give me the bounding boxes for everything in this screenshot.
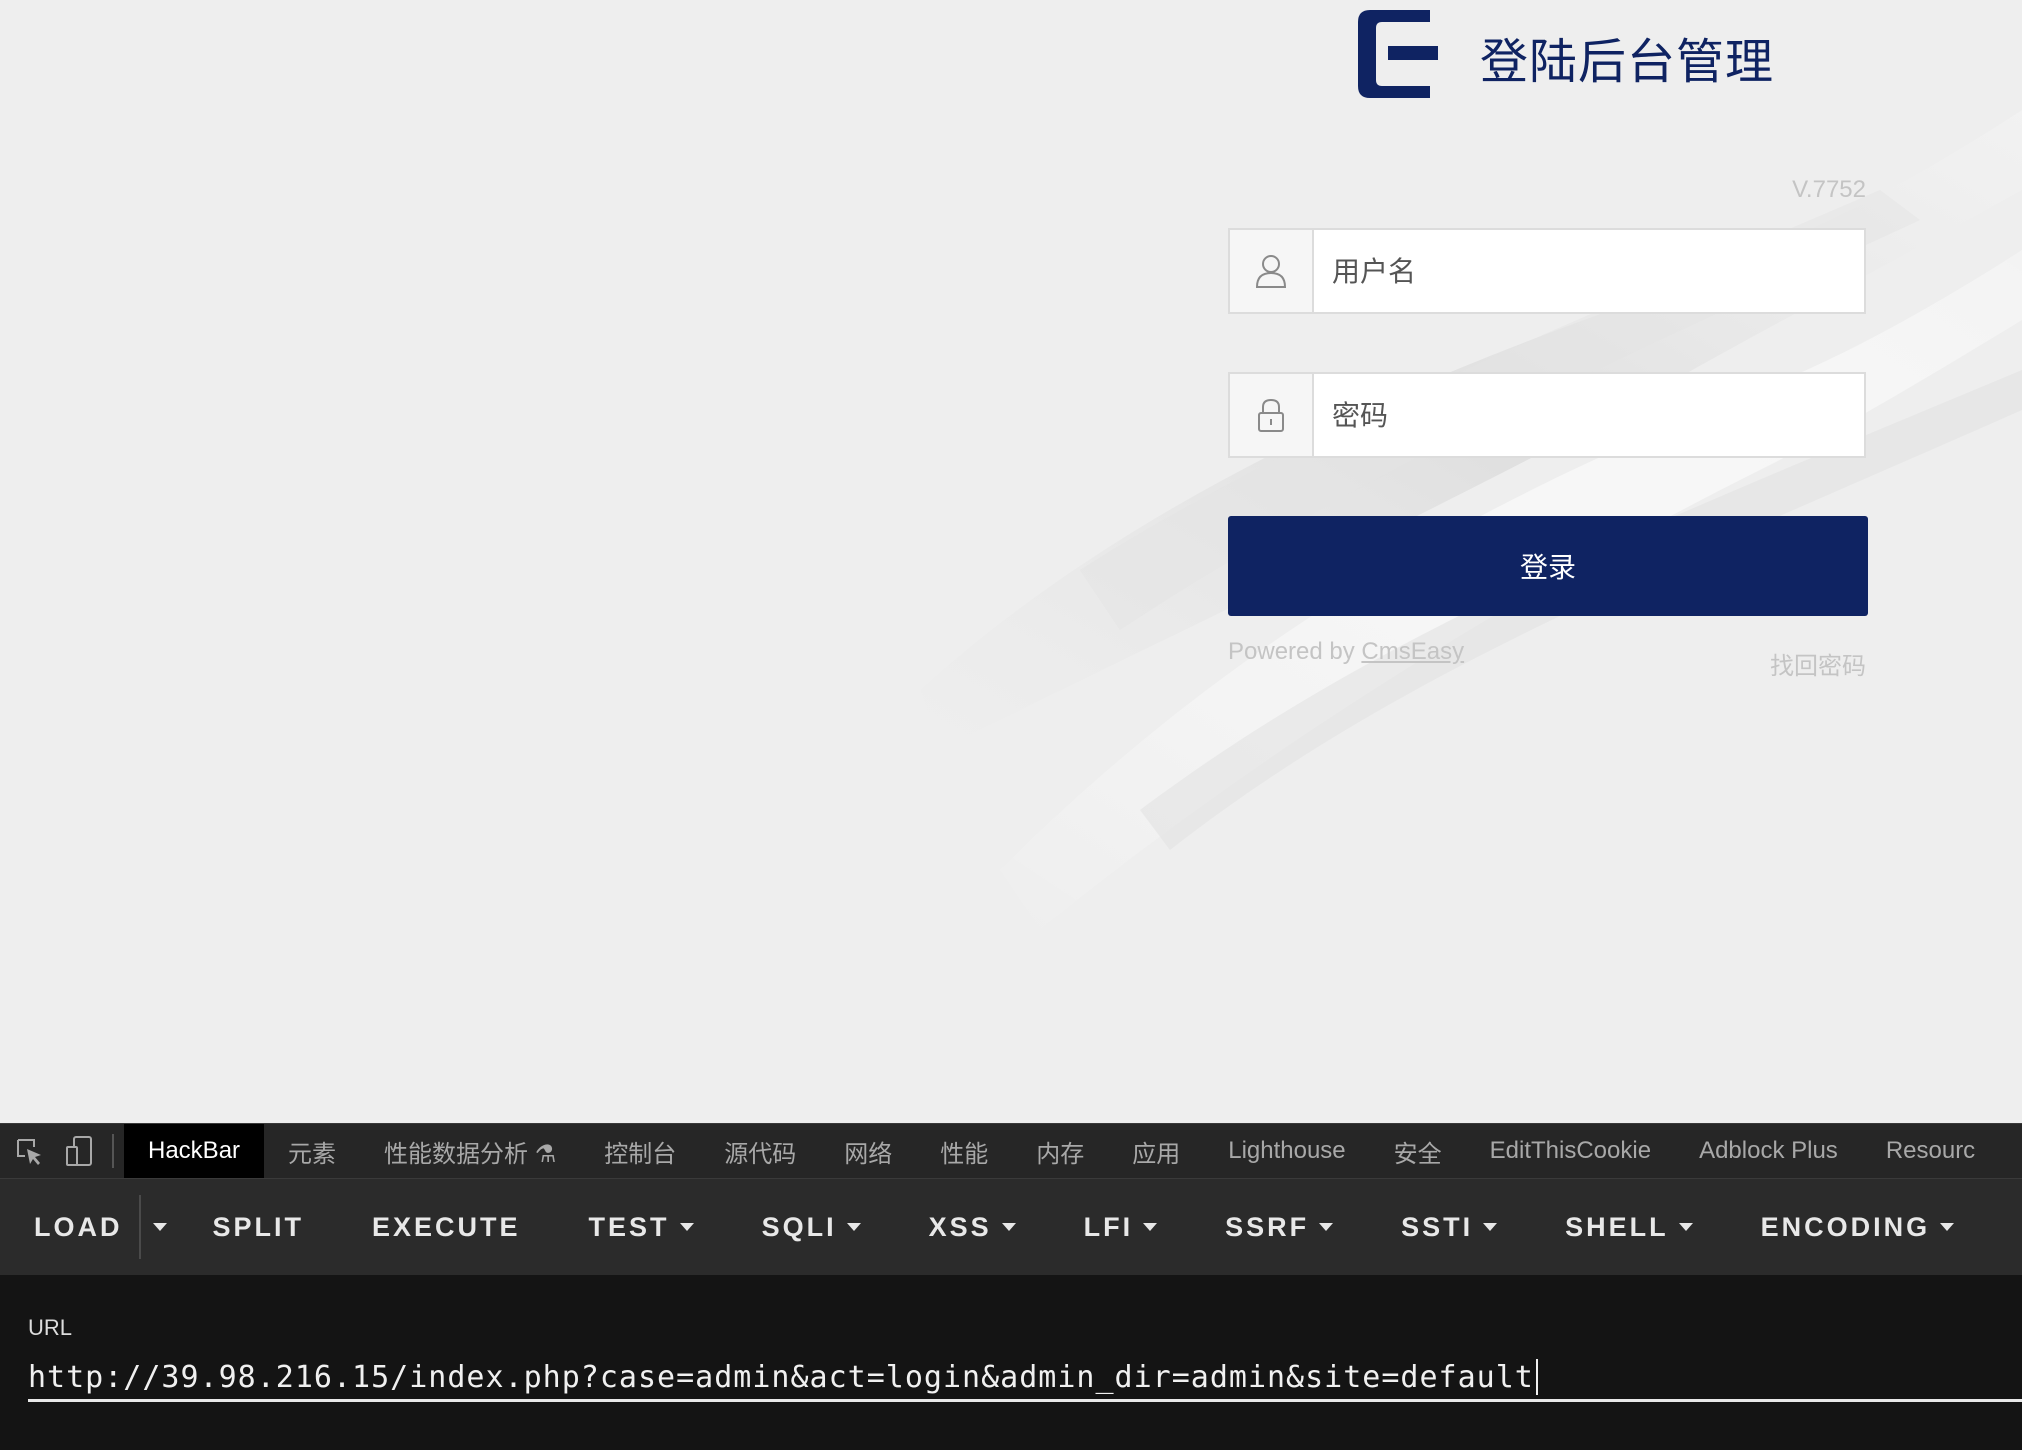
user-icon [1230,230,1314,312]
tab-editthiscookie[interactable]: EditThisCookie [1466,1124,1675,1178]
tab-console[interactable]: 控制台 [580,1124,700,1178]
shell-menu-button[interactable]: SHELL [1531,1179,1727,1275]
xss-menu-button[interactable]: XSS [895,1179,1050,1275]
chevron-down-icon [1678,1223,1693,1231]
url-input[interactable]: http://39.98.216.15/index.php?case=admin… [28,1355,2022,1402]
url-value: http://39.98.216.15/index.php?case=admin… [28,1359,1534,1395]
powered-by-prefix: Powered by [1228,638,1362,665]
ssti-label: SSTI [1401,1211,1474,1242]
text-cursor [1535,1359,1538,1395]
chevron-down-icon [1001,1223,1016,1231]
load-label: LOAD [34,1211,123,1242]
inspect-element-icon[interactable] [8,1124,50,1178]
split-label: SPLIT [212,1211,305,1242]
tab-performance[interactable]: 性能 [916,1124,1012,1178]
url-label: URL [28,1315,73,1340]
sqli-label: SQLI [761,1211,837,1242]
cmseasy-logo-icon [1358,10,1438,98]
lfi-label: LFI [1083,1211,1134,1242]
ssrf-label: SSRF [1225,1211,1310,1242]
tab-adblock-plus[interactable]: Adblock Plus [1675,1124,1862,1178]
chevron-down-icon [1940,1223,1955,1231]
ssrf-menu-button[interactable]: SSRF [1191,1179,1367,1275]
ssti-menu-button[interactable]: SSTI [1367,1179,1531,1275]
tab-resources[interactable]: Resourc [1862,1124,1999,1178]
tab-elements[interactable]: 元素 [264,1124,360,1178]
version-label: V.7752 [1792,176,1866,203]
split-button[interactable]: SPLIT [179,1179,339,1275]
cmseasy-link[interactable]: CmsEasy [1361,638,1464,665]
test-label: TEST [588,1211,670,1242]
tab-hackbar[interactable]: HackBar [124,1124,265,1178]
tab-sources[interactable]: 源代码 [700,1124,820,1178]
lock-icon [1230,374,1314,456]
page-title: 登陆后台管理 [1480,34,1775,90]
chevron-down-icon [1319,1223,1334,1231]
toolbar-divider [112,1134,114,1168]
truncated-menu-button[interactable]: H/ [1988,1179,2022,1275]
chevron-down-icon [846,1223,861,1231]
shell-label: SHELL [1565,1211,1669,1242]
execute-button[interactable]: EXECUTE [338,1179,555,1275]
hackbar-toolbar: LOAD SPLIT EXECUTE TEST SQLI XSS LFI SSR… [0,1179,2022,1275]
browser-viewport: 登陆后台管理 V.7752 登录 Powere [0,0,2022,1450]
test-menu-button[interactable]: TEST [555,1179,728,1275]
encoding-menu-button[interactable]: ENCODING [1727,1179,1989,1275]
chevron-down-icon [1483,1223,1498,1231]
xss-label: XSS [928,1211,992,1242]
lfi-menu-button[interactable]: LFI [1050,1179,1192,1275]
username-field[interactable] [1228,228,1866,314]
powered-by: Powered by CmsEasy [1228,638,1464,666]
tab-performance-insights[interactable]: 性能数据分析 ⚗ [360,1124,580,1178]
device-toolbar-icon[interactable] [58,1124,100,1178]
encoding-label: ENCODING [1760,1211,1931,1242]
chevron-down-icon [1143,1223,1158,1231]
tab-application[interactable]: 应用 [1108,1124,1204,1178]
hackbar-body: URL http://39.98.216.15/index.php?case=a… [0,1275,2022,1450]
tab-network[interactable]: 网络 [820,1124,916,1178]
tab-memory[interactable]: 内存 [1012,1124,1108,1178]
password-field[interactable] [1228,372,1866,458]
username-input[interactable] [1314,230,1864,312]
sqli-menu-button[interactable]: SQLI [728,1179,895,1275]
tab-security[interactable]: 安全 [1370,1124,1466,1178]
chevron-down-icon [679,1223,694,1231]
forgot-password-link[interactable]: 找回密码 [1760,646,1866,681]
login-page: 登陆后台管理 V.7752 登录 Powere [0,0,2022,1123]
execute-label: EXECUTE [372,1211,521,1242]
login-button[interactable]: 登录 [1228,516,1868,616]
devtools-tab-bar: HackBar 元素 性能数据分析 ⚗ 控制台 源代码 网络 性能 内存 应用 … [0,1123,2022,1179]
load-dropdown-toggle[interactable] [138,1195,179,1259]
load-button[interactable]: LOAD [0,1179,157,1275]
chevron-down-icon [152,1223,167,1231]
password-input[interactable] [1314,374,1864,456]
tab-lighthouse[interactable]: Lighthouse [1204,1124,1369,1178]
